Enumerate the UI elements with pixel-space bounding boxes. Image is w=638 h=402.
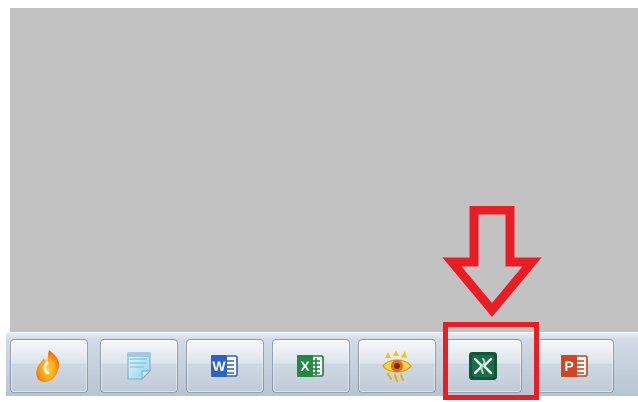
eye-gallery-icon bbox=[382, 350, 412, 382]
taskbar: W X P bbox=[6, 332, 638, 396]
taskbar-item-notepad[interactable] bbox=[100, 339, 178, 393]
screen: W X P bbox=[0, 0, 638, 402]
project-app-icon bbox=[469, 352, 497, 380]
excel-icon-letter: X bbox=[300, 358, 310, 374]
notepad-icon bbox=[127, 352, 152, 381]
word-icon-letter: W bbox=[212, 358, 226, 374]
taskbar-item-powerpoint[interactable]: P bbox=[536, 339, 614, 393]
taskbar-item-gallery[interactable] bbox=[358, 339, 436, 393]
powerpoint-icon: P bbox=[561, 355, 588, 377]
desktop-area bbox=[10, 8, 638, 334]
taskbar-item-project[interactable] bbox=[444, 339, 522, 393]
blaze-flame-icon bbox=[36, 350, 60, 382]
taskbar-item-blaze[interactable] bbox=[10, 339, 88, 393]
word-icon: W bbox=[211, 355, 238, 377]
taskbar-item-excel[interactable]: X bbox=[272, 339, 350, 393]
excel-icon: X bbox=[297, 355, 324, 377]
powerpoint-icon-letter: P bbox=[564, 358, 573, 374]
taskbar-item-word[interactable]: W bbox=[186, 339, 264, 393]
